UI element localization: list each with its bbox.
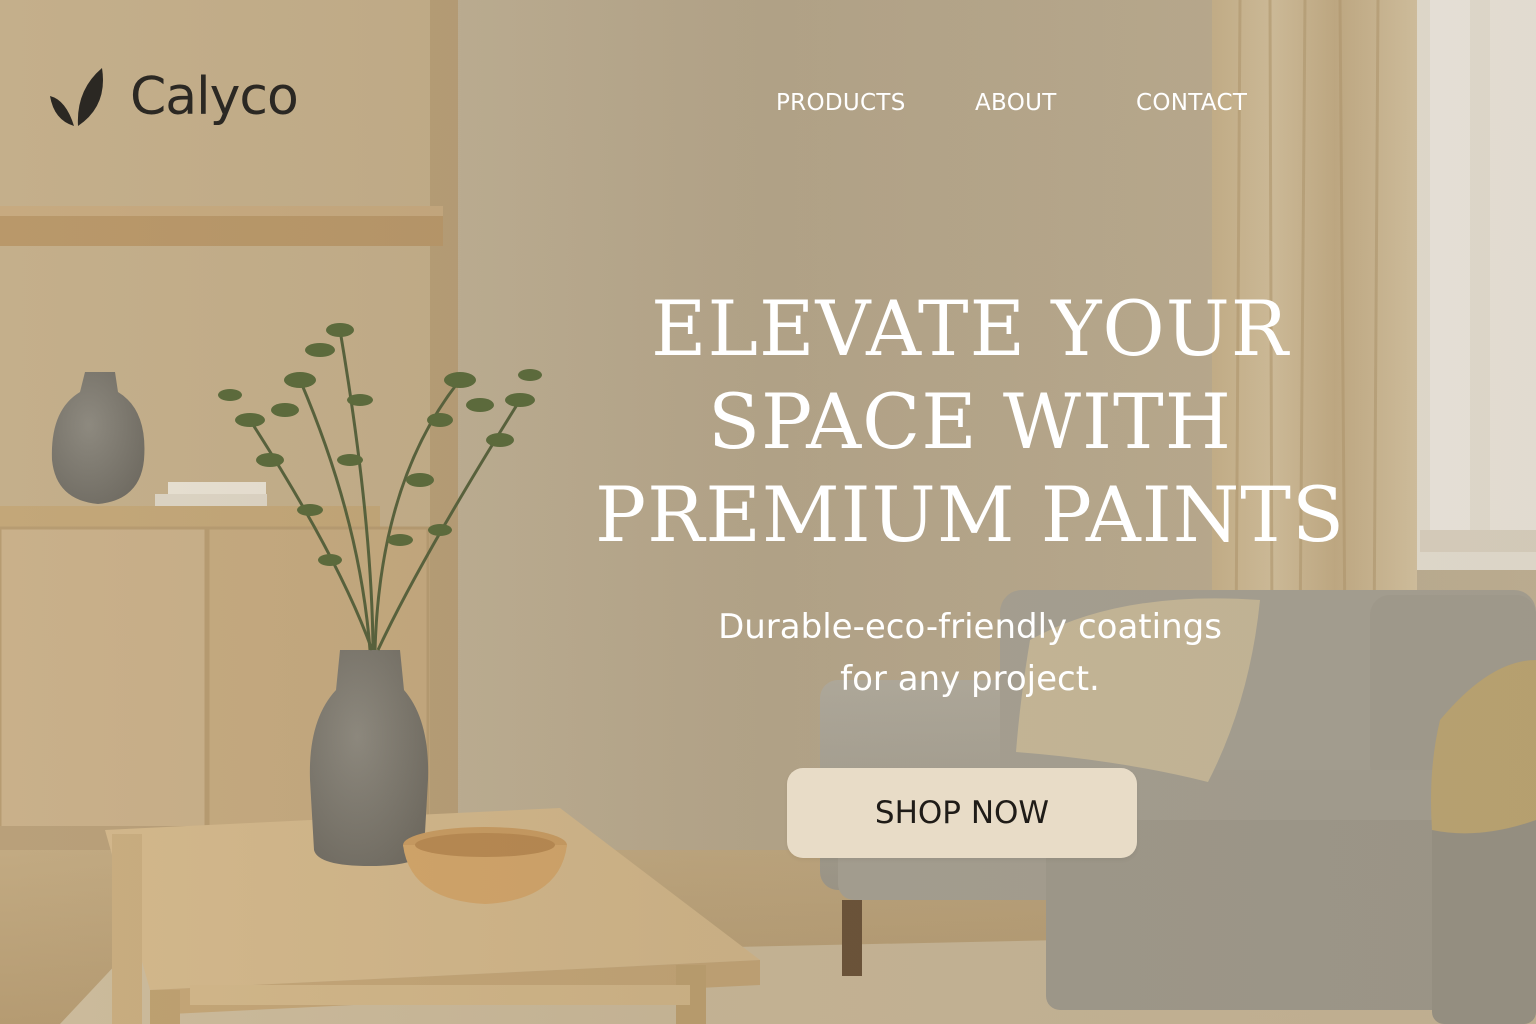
hero-section: ELEVATE YOUR SPACE WITH PREMIUM PAINTS D… [592,282,1348,705]
hero-subtitle-line: for any project. [840,659,1100,699]
main-nav: PRODUCTS ABOUT CONTACT [0,92,1536,122]
shop-now-button[interactable]: SHOP NOW [787,768,1137,858]
site-header: Calyco PRODUCTS ABOUT CONTACT [0,0,1536,210]
hero-title-line: SPACE WITH [707,377,1232,466]
hero-subtitle-line: Durable-eco-friendly coatings [718,607,1222,647]
nav-about-link[interactable]: ABOUT [975,92,1057,115]
nav-contact-link[interactable]: CONTACT [1136,92,1247,115]
hero-title-line: ELEVATE YOUR [651,284,1289,373]
hero-subtitle: Durable-eco-friendly coatings for any pr… [592,601,1348,705]
hero-title-line: PREMIUM PAINTS [594,470,1346,559]
nav-products-link[interactable]: PRODUCTS [776,92,906,115]
hero-title: ELEVATE YOUR SPACE WITH PREMIUM PAINTS [592,282,1348,561]
